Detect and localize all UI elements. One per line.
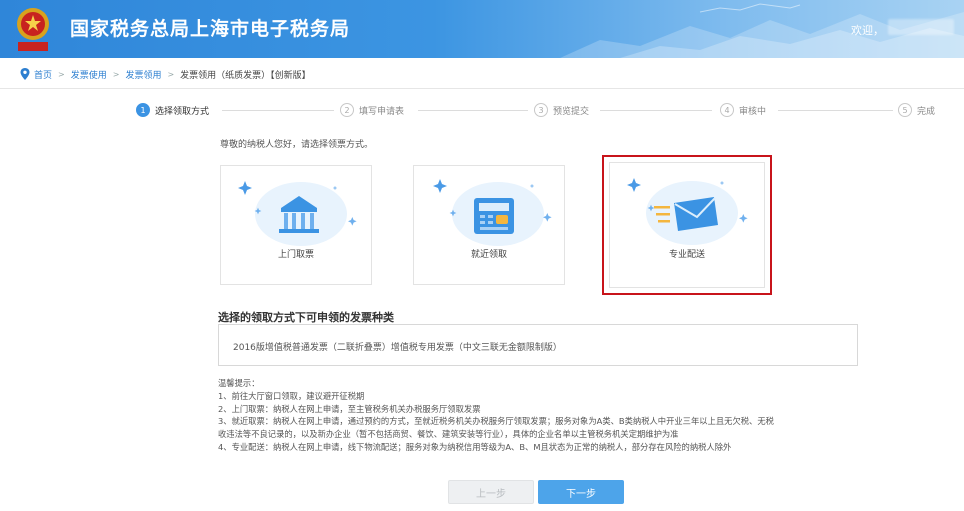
tip-item: 1、前往大厅窗口领取，建议避开征税期 — [218, 390, 365, 401]
site-title: 国家税务总局上海市电子税务局 — [70, 18, 351, 40]
site-header: 国家税务总局上海市电子税务局 欢迎， — [0, 0, 964, 58]
option-card-pickup[interactable]: 上门取票 — [220, 165, 372, 285]
step-preview-submit: 3 预览提交 — [534, 103, 589, 117]
chevron-right-icon: > — [58, 69, 65, 79]
tip-item: 收违法等不良记录的，以及新办企业（暂不包括商贸、餐饮、建筑安装等行业），具体的企… — [218, 429, 679, 440]
terminal-icon — [433, 179, 552, 246]
step-complete: 5 完成 — [898, 103, 935, 117]
step-connector — [778, 110, 893, 111]
next-step-button[interactable]: 下一步 — [538, 480, 624, 504]
step-label: 审核中 — [739, 106, 767, 117]
tip-item: 3、就近取票：纳税人在网上申请，通过预约的方式，至就近税务机关办税服务厅领取发票… — [218, 416, 774, 427]
step-number: 5 — [898, 103, 912, 117]
tips-section: 温馨提示： 1、前往大厅窗口领取，建议避开征税期 2、上门取票：纳税人在网上申请… — [218, 377, 858, 454]
option-label: 就近领取 — [470, 250, 507, 260]
step-connector — [600, 110, 712, 111]
location-pin-icon — [20, 68, 30, 80]
chevron-right-icon: > — [167, 69, 175, 79]
breadcrumb-current: 发票领用（纸质发票）【创新版】 — [180, 70, 311, 81]
tax-emblem-icon — [17, 8, 49, 51]
divider — [0, 88, 964, 89]
breadcrumb-invoice-collect[interactable]: 发票领用 — [125, 68, 161, 81]
chevron-right-icon: > — [112, 69, 120, 79]
invoice-types-value: 2016版增值税普通发票（二联折叠票）增值税专用发票（中文三联无金额限制版） — [233, 343, 562, 353]
step-label: 预览提交 — [553, 106, 590, 117]
tips-heading: 温馨提示： — [218, 378, 260, 388]
step-label: 选择领取方式 — [155, 106, 210, 117]
step-label: 完成 — [917, 106, 936, 117]
username-redacted — [888, 19, 954, 35]
prev-step-button[interactable]: 上一步 — [448, 480, 534, 504]
step-number: 4 — [720, 103, 734, 117]
step-reviewing: 4 审核中 — [720, 103, 766, 117]
breadcrumb-home[interactable]: 首页 — [34, 68, 52, 81]
step-connector — [222, 110, 334, 111]
breadcrumb-invoice-use[interactable]: 发票使用 — [71, 68, 107, 81]
breadcrumb: 首页 > 发票使用 > 发票领用 > 发票领用（纸质发票）【创新版】 — [20, 66, 311, 82]
option-card-nearby[interactable]: 就近领取 — [413, 165, 565, 285]
invoice-types-title: 选择的领取方式下可申领的发票种类 — [218, 311, 394, 324]
step-fill-form: 2 填写申请表 — [340, 103, 404, 117]
greeting-text: 尊敬的纳税人您好，请选择领票方式。 — [220, 140, 374, 150]
step-select-method: 1 选择领取方式 — [136, 103, 209, 117]
option-label: 上门取票 — [277, 250, 314, 260]
step-label: 填写申请表 — [359, 106, 405, 117]
step-connector — [418, 110, 528, 111]
invoice-types-box: 2016版增值税普通发票（二联折叠票）增值税专用发票（中文三联无金额限制版） — [218, 324, 858, 366]
step-number: 1 — [136, 103, 150, 117]
selected-option-highlight — [602, 155, 772, 295]
step-number: 3 — [534, 103, 548, 117]
tip-item: 4、专业配送：纳税人在网上申请，线下物流配送；服务对象为纳税信用等级为A、B、M… — [218, 441, 732, 452]
step-number: 2 — [340, 103, 354, 117]
tip-item: 2、上门取票：纳税人在网上申请，至主管税务机关办税服务厅领取发票 — [218, 403, 481, 414]
bank-icon — [238, 181, 357, 246]
welcome-text: 欢迎， — [851, 24, 884, 37]
